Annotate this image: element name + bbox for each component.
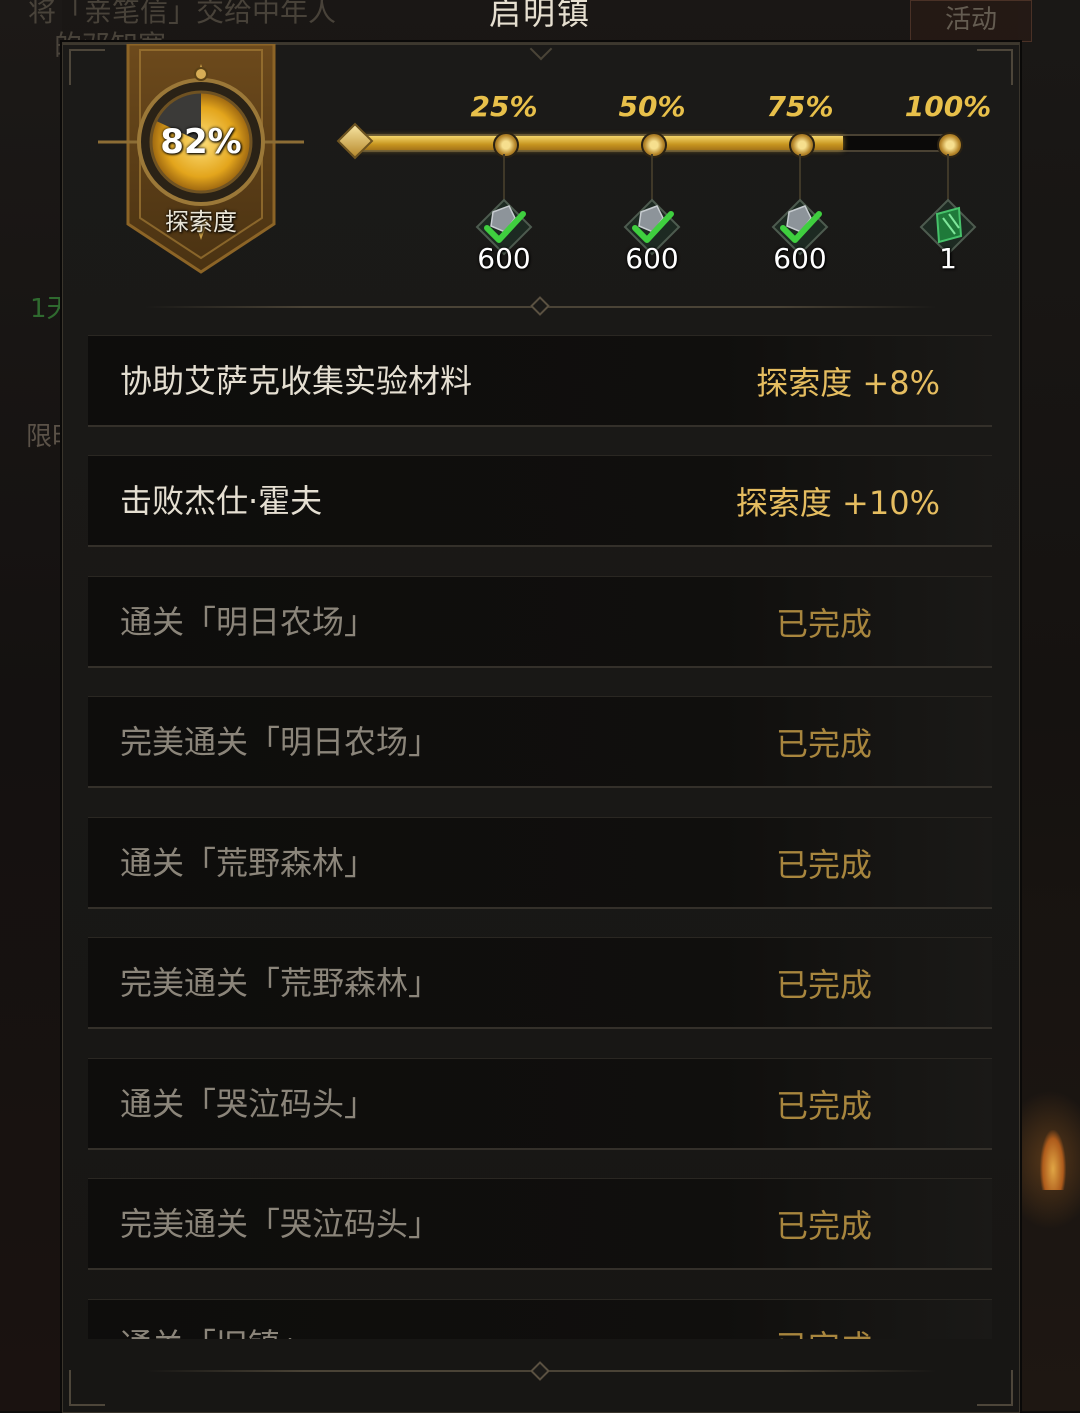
- task-status-completed: 已完成: [775, 1087, 872, 1125]
- task-row[interactable]: 完美通关「哭泣码头」 已完成: [88, 1178, 992, 1270]
- task-name: 通关「荒野森林」: [120, 844, 377, 882]
- exploration-badge: 82% 探索度: [98, 44, 304, 274]
- milestone-node-icon: [641, 132, 667, 158]
- milestone-node-icon: [493, 132, 519, 158]
- panel-top-notch: [529, 37, 553, 61]
- milestone-50[interactable]: 50% 600: [597, 90, 707, 275]
- exploration-label: 探索度: [165, 208, 237, 236]
- task-status-completed: 已完成: [776, 1300, 872, 1339]
- milestone-label: 50%: [618, 90, 686, 123]
- task-row[interactable]: 通关「荒野森林」 已完成: [88, 817, 992, 909]
- task-row[interactable]: 击败杰仕·霍夫 探索度 +10%: [88, 455, 992, 547]
- task-name: 通关「哭泣码头」: [120, 1085, 377, 1123]
- task-status-completed: 已完成: [775, 846, 872, 884]
- milestone-100[interactable]: 100% 1: [893, 90, 1003, 275]
- background-left-strip: [0, 0, 62, 1411]
- milestone-25[interactable]: 25% 600: [449, 90, 559, 275]
- task-name: 通关「明日农场」: [120, 603, 377, 641]
- milestone-stem: [651, 154, 653, 204]
- task-row[interactable]: 完美通关「明日农场」 已完成: [88, 696, 992, 788]
- milestone-label: 25%: [470, 90, 538, 123]
- task-row[interactable]: 通关「明日农场」 已完成: [88, 576, 992, 668]
- milestone-reward-count: 600: [477, 242, 531, 275]
- task-reward: 探索度 +8%: [756, 364, 940, 402]
- exploration-percent: 82%: [160, 122, 242, 162]
- task-name: 协助艾萨克收集实验材料: [120, 362, 473, 400]
- milestone-node-icon: [937, 132, 963, 158]
- task-status-completed: 已完成: [775, 725, 872, 763]
- task-reward: 探索度 +10%: [735, 484, 940, 522]
- progress-fill: [358, 136, 844, 150]
- candle-flame-icon: [1040, 1130, 1066, 1190]
- task-row[interactable]: 通关「旧镇」 已完成: [88, 1299, 992, 1339]
- task-name: 通关「旧镇」: [120, 1300, 312, 1339]
- milestone-stem: [947, 154, 949, 204]
- milestone-reward-count: 600: [625, 242, 679, 275]
- task-name: 完美通关「明日农场」: [120, 723, 441, 761]
- milestone-label: 75%: [766, 90, 834, 123]
- task-name: 击败杰仕·霍夫: [120, 482, 323, 520]
- milestone-node-icon: [789, 132, 815, 158]
- task-row[interactable]: 通关「哭泣码头」 已完成: [88, 1058, 992, 1150]
- task-name: 完美通关「哭泣码头」: [120, 1205, 441, 1243]
- milestone-reward-count: 1: [939, 242, 957, 275]
- milestone-75[interactable]: 75% 600: [745, 90, 855, 275]
- task-status-completed: 已完成: [775, 1207, 872, 1245]
- panel-corner: [977, 1370, 1013, 1406]
- panel-corner: [69, 1370, 105, 1406]
- exploration-progress: 25% 600 50% 600 75% 600 100% 1: [336, 90, 1016, 290]
- task-row[interactable]: 完美通关「荒野森林」 已完成: [88, 937, 992, 1029]
- milestone-reward-count: 600: [773, 242, 827, 275]
- task-name: 完美通关「荒野森林」: [120, 964, 441, 1002]
- milestone-label: 100%: [904, 90, 992, 123]
- progress-start-diamond-icon: [336, 122, 374, 160]
- task-row[interactable]: 协助艾萨克收集实验材料 探索度 +8%: [88, 335, 992, 427]
- task-status-completed: 已完成: [775, 966, 872, 1004]
- task-list[interactable]: 协助艾萨克收集实验材料 探索度 +8% 击败杰仕·霍夫 探索度 +10% 通关「…: [88, 335, 992, 1339]
- milestone-stem: [503, 154, 505, 204]
- milestone-stem: [799, 154, 801, 204]
- panel-corner: [977, 49, 1013, 85]
- page-title: 启明镇: [488, 0, 591, 32]
- task-status-completed: 已完成: [775, 605, 872, 643]
